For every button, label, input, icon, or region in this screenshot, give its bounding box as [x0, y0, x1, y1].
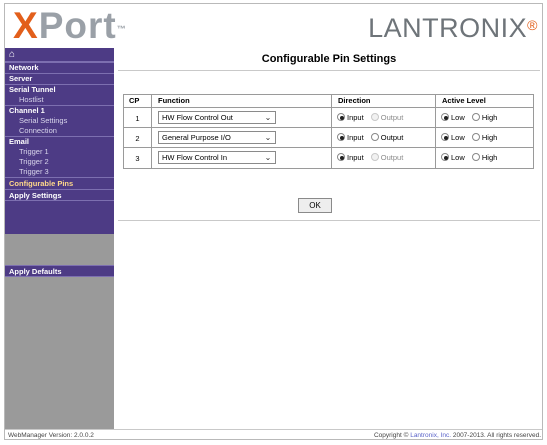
lantronix-wordmark: LANTRONIX	[368, 13, 528, 43]
version-text: WebManager Version: 2.0.0.2	[8, 432, 94, 439]
pin-settings-table: CP Function Direction Active Level 1 HW …	[123, 94, 534, 169]
chevron-down-icon: ⌄	[264, 113, 272, 122]
copyright-prefix: Copyright ©	[373, 432, 411, 439]
cp-number: 3	[135, 154, 140, 163]
direction-output-label: Output	[380, 113, 404, 122]
function-cell: General Purpose I/O ⌄	[151, 128, 331, 147]
header-function: Function	[151, 95, 331, 107]
table-header-row: CP Function Direction Active Level	[124, 95, 533, 108]
sidebar-item-apply-defaults[interactable]: Apply Defaults	[5, 265, 114, 277]
table-row: 3 HW Flow Control In ⌄ Input Output Low H…	[124, 148, 533, 168]
function-select-value: HW Flow Control Out	[162, 113, 233, 122]
copyright-suffix: 2007-2013. All rights reserved.	[451, 432, 541, 439]
active-level-cell: Low High	[435, 128, 533, 147]
header-active-level: Active Level	[435, 95, 533, 107]
logo-port: Port	[38, 5, 117, 46]
header: XPort™ LANTRONIX®	[5, 4, 542, 48]
sidebar-item-serial-tunnel[interactable]: Serial Tunnel	[5, 84, 114, 95]
xport-logo: XPort™	[13, 6, 127, 46]
level-low-label: Low	[451, 113, 465, 122]
lantronix-logo: LANTRONIX®	[368, 14, 538, 42]
sidebar-item-hostlist[interactable]: Hostlist	[5, 95, 114, 105]
sidebar-item-channel-1[interactable]: Channel 1	[5, 105, 114, 116]
direction-input-label: Input	[347, 153, 364, 162]
level-high-radio[interactable]	[471, 113, 480, 122]
home-icon[interactable]: ⌂	[5, 48, 114, 62]
direction-output-radio	[370, 113, 379, 122]
sidebar-item-email[interactable]: Email	[5, 136, 114, 147]
table-row: 2 General Purpose I/O ⌄ Input Output Low …	[124, 128, 533, 148]
function-select[interactable]: General Purpose I/O ⌄	[158, 131, 276, 144]
direction-cell: Input Output	[331, 128, 435, 147]
level-low-radio[interactable]	[441, 113, 449, 122]
ok-button[interactable]: OK	[298, 198, 332, 213]
level-low-label: Low	[451, 153, 465, 162]
sidebar-item-trigger-2[interactable]: Trigger 2	[5, 157, 114, 167]
logo-tm: ™	[116, 24, 127, 34]
function-select[interactable]: HW Flow Control In ⌄	[158, 151, 276, 164]
direction-output-label: Output	[380, 153, 404, 162]
active-level-cell: Low High	[435, 148, 533, 168]
copyright-text: Copyright © Lantronix, Inc. 2007-2013. A…	[374, 432, 541, 439]
direction-output-radio[interactable]	[370, 133, 379, 142]
sidebar-nav: ⌂ Network Server Serial Tunnel Hostlist …	[5, 48, 114, 234]
level-low-radio[interactable]	[441, 153, 449, 162]
sidebar-item-trigger-1[interactable]: Trigger 1	[5, 147, 114, 157]
sidebar-item-connection[interactable]: Connection	[5, 126, 114, 136]
cp-number: 2	[135, 134, 140, 143]
level-high-label: High	[481, 153, 498, 162]
header-cp: CP	[129, 96, 140, 105]
logo-x: X	[13, 5, 39, 46]
title-divider	[118, 70, 540, 71]
direction-input-label: Input	[347, 113, 364, 122]
level-high-label: High	[481, 113, 498, 122]
webmanager-window: XPort™ LANTRONIX® ⌂ Network Server Seria…	[4, 3, 543, 440]
sidebar-item-serial-settings[interactable]: Serial Settings	[5, 116, 114, 126]
table-row: 1 HW Flow Control Out ⌄ Input Output Low …	[124, 108, 533, 128]
chevron-down-icon: ⌄	[264, 133, 272, 142]
level-low-label: Low	[451, 133, 465, 142]
direction-cell: Input Output	[331, 148, 435, 168]
chevron-down-icon: ⌄	[264, 153, 272, 162]
level-high-label: High	[481, 133, 498, 142]
ok-divider	[118, 220, 540, 221]
sidebar-item-network[interactable]: Network	[5, 62, 114, 73]
direction-cell: Input Output	[331, 108, 435, 127]
sidebar-item-configurable-pins[interactable]: Configurable Pins	[5, 177, 114, 189]
function-select-value: General Purpose I/O	[162, 133, 231, 142]
function-cell: HW Flow Control Out ⌄	[151, 108, 331, 127]
direction-output-label: Output	[380, 133, 404, 142]
active-level-cell: Low High	[435, 108, 533, 127]
footer: WebManager Version: 2.0.0.2 Copyright © …	[5, 429, 542, 439]
sidebar-item-apply-settings[interactable]: Apply Settings	[5, 189, 114, 201]
sidebar-item-trigger-3[interactable]: Trigger 3	[5, 167, 114, 177]
sidebar: ⌂ Network Server Serial Tunnel Hostlist …	[5, 48, 114, 439]
lantronix-link[interactable]: Lantronix, Inc.	[410, 432, 451, 439]
header-direction: Direction	[331, 95, 435, 107]
level-high-radio[interactable]	[471, 133, 480, 142]
direction-input-radio[interactable]	[337, 153, 345, 162]
direction-input-radio[interactable]	[337, 133, 345, 142]
direction-output-radio	[370, 153, 379, 162]
level-high-radio[interactable]	[471, 153, 480, 162]
level-low-radio[interactable]	[441, 133, 449, 142]
direction-input-radio[interactable]	[337, 113, 345, 122]
registered-mark: ®	[527, 17, 538, 33]
sidebar-item-server[interactable]: Server	[5, 73, 114, 84]
function-cell: HW Flow Control In ⌄	[151, 148, 331, 168]
cp-number: 1	[135, 114, 140, 123]
page-title: Configurable Pin Settings	[261, 53, 397, 65]
function-select[interactable]: HW Flow Control Out ⌄	[158, 111, 276, 124]
direction-input-label: Input	[347, 133, 364, 142]
function-select-value: HW Flow Control In	[162, 153, 228, 162]
main-content: Configurable Pin Settings CP Function Di…	[114, 48, 542, 429]
